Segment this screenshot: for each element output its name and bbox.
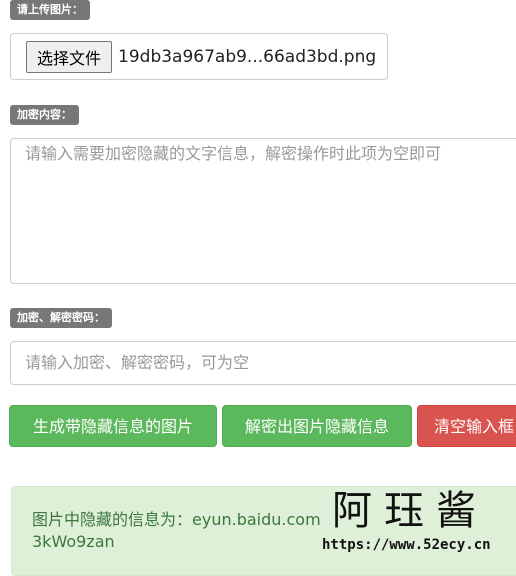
decrypt-image-button[interactable]: 解密出图片隐藏信息 <box>222 405 412 447</box>
generate-image-button[interactable]: 生成带隐藏信息的图片 <box>9 405 217 447</box>
clear-input-button[interactable]: 清空输入框 <box>417 405 516 447</box>
password-label: 加密、解密密码： <box>10 308 112 328</box>
file-upload-field[interactable]: 选择文件 19db3a967ab9...66ad3bd.png <box>10 33 388 80</box>
encrypt-content-placeholder: 请输入需要加密隐藏的文字信息，解密操作时此项为空即可 <box>25 144 442 163</box>
watermark-url: https://www.52ecy.cn <box>322 537 491 553</box>
encrypt-content-label: 加密内容： <box>10 105 79 125</box>
watermark-title: 阿珏酱 <box>332 488 488 534</box>
result-value-part1: eyun.baidu.com <box>192 510 321 529</box>
encrypt-content-textarea[interactable]: 请输入需要加密隐藏的文字信息，解密操作时此项为空即可 <box>10 138 516 284</box>
password-placeholder: 请输入加密、解密密码，可为空 <box>25 353 250 372</box>
password-input[interactable]: 请输入加密、解密密码，可为空 <box>10 341 516 385</box>
upload-label: 请上传图片： <box>10 0 90 20</box>
selected-file-name: 19db3a967ab9...66ad3bd.png <box>118 46 377 67</box>
choose-file-button[interactable]: 选择文件 <box>26 40 113 73</box>
result-prefix: 图片中隐藏的信息为： <box>32 510 193 529</box>
